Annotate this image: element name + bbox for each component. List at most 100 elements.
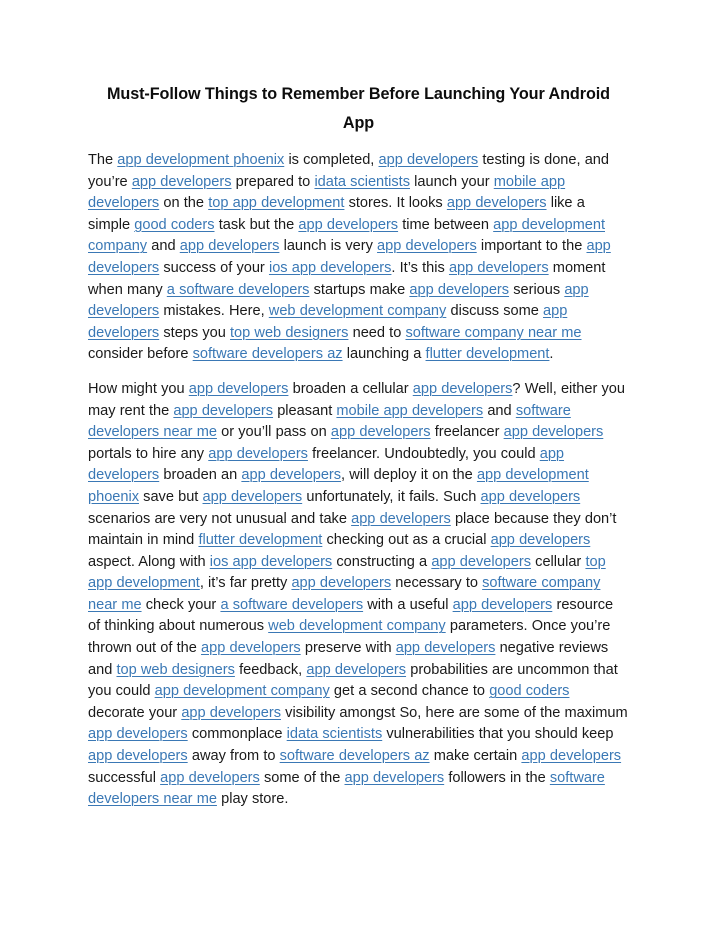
text-run: with a useful — [363, 596, 453, 613]
hyperlink[interactable]: flutter development — [198, 532, 322, 548]
hyperlink[interactable]: app developers — [181, 705, 281, 721]
hyperlink[interactable]: web development company — [269, 303, 447, 319]
hyperlink[interactable]: app developers — [351, 511, 451, 527]
text-run: startups make — [309, 281, 410, 298]
text-run: or you’ll pass on — [216, 424, 331, 441]
hyperlink[interactable]: web development company — [268, 618, 446, 634]
text-run: and — [147, 238, 180, 255]
hyperlink[interactable]: app developers — [413, 381, 513, 397]
hyperlink[interactable]: app developers — [203, 489, 303, 505]
text-run: check your — [141, 596, 221, 613]
paragraph-1: The app development phoenix is completed… — [88, 150, 629, 366]
text-run: . It’s this — [391, 259, 449, 276]
text-run: serious — [509, 281, 565, 298]
hyperlink[interactable]: app developers — [201, 640, 301, 656]
text-run: successful — [88, 769, 161, 786]
paragraph-container: The app development phoenix is completed… — [88, 150, 629, 811]
hyperlink[interactable]: app developers — [180, 238, 280, 254]
hyperlink[interactable]: ios app developers — [269, 260, 391, 276]
hyperlink[interactable]: app developers — [521, 748, 621, 764]
text-run: steps you — [159, 324, 231, 341]
text-run: get a second chance to — [329, 683, 490, 700]
hyperlink[interactable]: app developers — [449, 260, 549, 276]
hyperlink[interactable]: app developers — [88, 748, 188, 764]
hyperlink[interactable]: a software developers — [167, 282, 310, 298]
text-run: preserve with — [300, 640, 396, 657]
text-run: need to — [348, 324, 406, 341]
hyperlink[interactable]: app developers — [189, 381, 289, 397]
text-run: feedback, — [234, 661, 307, 678]
hyperlink[interactable]: app developers — [409, 282, 509, 298]
hyperlink[interactable]: top web designers — [116, 662, 234, 678]
hyperlink[interactable]: app developers — [396, 640, 496, 656]
text-run: task but the — [214, 216, 299, 233]
text-run: . — [549, 346, 554, 363]
hyperlink[interactable]: app developers — [345, 770, 445, 786]
text-run: visibility amongst So, here are some of … — [280, 704, 628, 721]
text-run: launch your — [410, 173, 494, 190]
text-run: decorate your — [88, 704, 182, 721]
text-run: discuss some — [446, 303, 543, 320]
hyperlink[interactable]: app developers — [453, 597, 553, 613]
page-title: Must-Follow Things to Remember Before La… — [106, 85, 610, 132]
hyperlink[interactable]: app developers — [173, 403, 273, 419]
hyperlink[interactable]: idata scientists — [287, 726, 383, 742]
text-run: broaden a cellular — [288, 380, 413, 397]
hyperlink[interactable]: top app development — [208, 195, 344, 211]
text-run: save but — [138, 488, 203, 505]
text-run: unfortunately, it fails. Such — [302, 488, 481, 505]
text-run: , it’s far pretty — [199, 575, 292, 592]
hyperlink[interactable]: app developers — [379, 152, 479, 168]
hyperlink[interactable]: software developers az — [280, 748, 430, 764]
hyperlink[interactable]: app developers — [306, 662, 406, 678]
text-run: away from to — [187, 748, 280, 765]
text-run: How might you — [88, 380, 189, 397]
hyperlink[interactable]: app developers — [291, 575, 391, 591]
text-run: prepared to — [231, 173, 315, 190]
hyperlink[interactable]: app developers — [481, 489, 581, 505]
text-run: portals to hire any — [88, 445, 209, 462]
hyperlink[interactable]: app developers — [298, 217, 398, 233]
hyperlink[interactable]: app developers — [132, 174, 232, 190]
text-run: some of the — [259, 769, 345, 786]
hyperlink[interactable]: app developers — [331, 424, 431, 440]
text-run: play store. — [216, 791, 289, 808]
hyperlink[interactable]: app developers — [491, 532, 591, 548]
hyperlink[interactable]: app development phoenix — [117, 152, 284, 168]
hyperlink[interactable]: app developers — [447, 195, 547, 211]
hyperlink[interactable]: app developers — [88, 726, 188, 742]
paragraph-2: How might you app developers broaden a c… — [88, 379, 629, 811]
hyperlink[interactable]: flutter development — [426, 346, 550, 362]
text-run: The — [88, 152, 118, 168]
hyperlink[interactable]: good coders — [134, 217, 214, 233]
hyperlink[interactable]: software developers az — [193, 346, 343, 362]
text-run: on the — [159, 195, 209, 212]
hyperlink[interactable]: ios app developers — [210, 554, 332, 570]
hyperlink[interactable]: software company near me — [406, 325, 582, 341]
hyperlink[interactable]: app developers — [241, 467, 341, 483]
document-body: Must-Follow Things to Remember Before La… — [88, 80, 629, 811]
hyperlink[interactable]: mobile app developers — [336, 403, 483, 419]
hyperlink[interactable]: app developers — [208, 446, 308, 462]
hyperlink[interactable]: app developers — [431, 554, 531, 570]
text-run: is completed, — [284, 152, 379, 168]
hyperlink[interactable]: app developers — [504, 424, 604, 440]
hyperlink[interactable]: app development company — [155, 683, 330, 699]
text-run: pleasant — [273, 402, 337, 419]
hyperlink[interactable]: a software developers — [220, 597, 363, 613]
hyperlink[interactable]: idata scientists — [314, 174, 410, 190]
hyperlink[interactable]: top web designers — [230, 325, 348, 341]
text-run: aspect. Along with — [88, 553, 210, 570]
hyperlink[interactable]: good coders — [489, 683, 569, 699]
text-run: time between — [398, 216, 494, 233]
hyperlink[interactable]: app developers — [377, 238, 477, 254]
text-run: checking out as a crucial — [322, 532, 491, 549]
text-run: commonplace — [187, 726, 287, 743]
text-run: success of your — [159, 259, 269, 276]
text-run: important to the — [476, 238, 587, 255]
text-run: make certain — [429, 748, 522, 765]
text-run: launching a — [342, 346, 426, 363]
document-page: Must-Follow Things to Remember Before La… — [0, 0, 720, 931]
hyperlink[interactable]: app developers — [160, 770, 260, 786]
text-run: scenarios are very not unusual and take — [88, 510, 352, 527]
